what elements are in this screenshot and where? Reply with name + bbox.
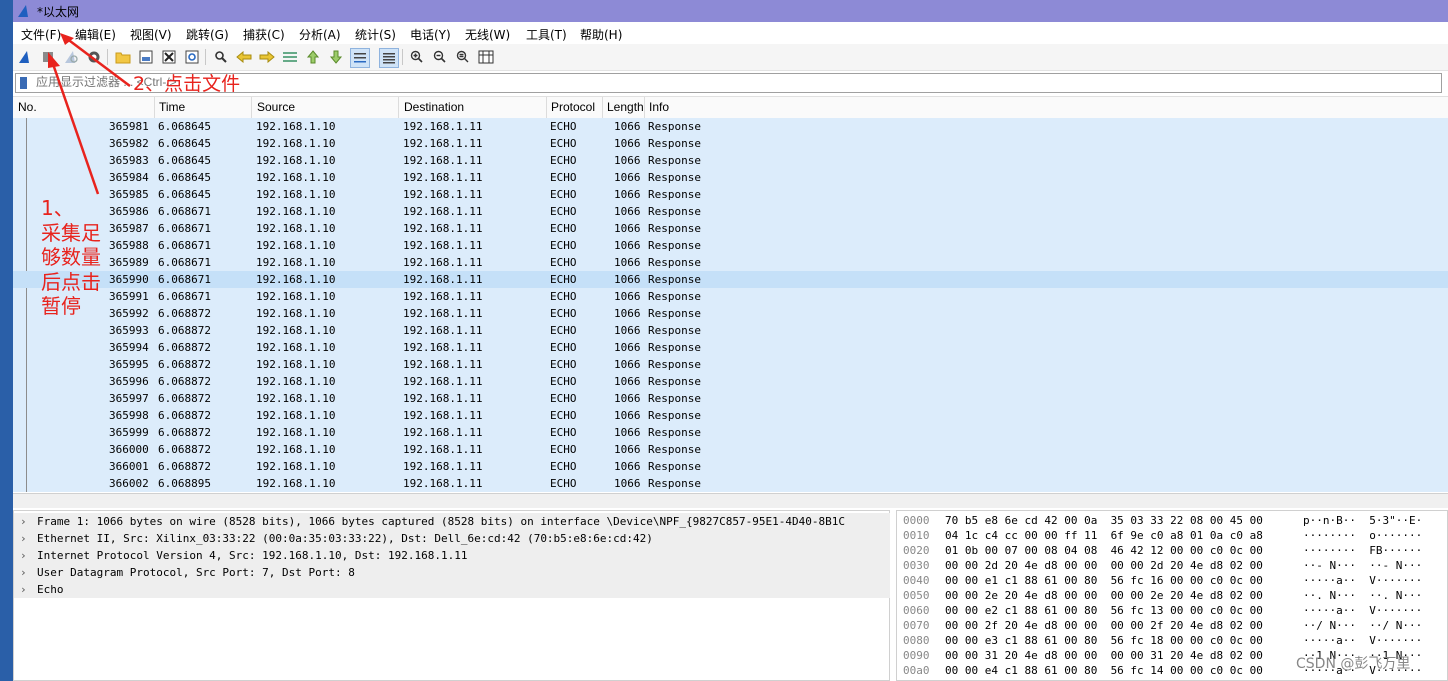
annotation-arrows bbox=[48, 33, 131, 195]
arrow-head bbox=[48, 52, 60, 68]
annotation-step-1: 1、 采集足 够数量 后点击 暂停 bbox=[41, 196, 101, 319]
arrow-to-file-menu bbox=[65, 37, 131, 87]
annotation-line: 够数量 bbox=[41, 245, 101, 270]
annotation-line: 暂停 bbox=[41, 294, 81, 319]
annotation-step-2: 2、点击文件 bbox=[133, 73, 241, 95]
annotation-line: 1、 bbox=[41, 196, 74, 220]
annotation-line: 后点击 bbox=[41, 269, 101, 294]
arrow-to-stop bbox=[51, 63, 100, 195]
watermark: CSDN @彭飞万里 bbox=[1296, 656, 1411, 672]
annotation-line: 采集足 bbox=[41, 220, 101, 245]
